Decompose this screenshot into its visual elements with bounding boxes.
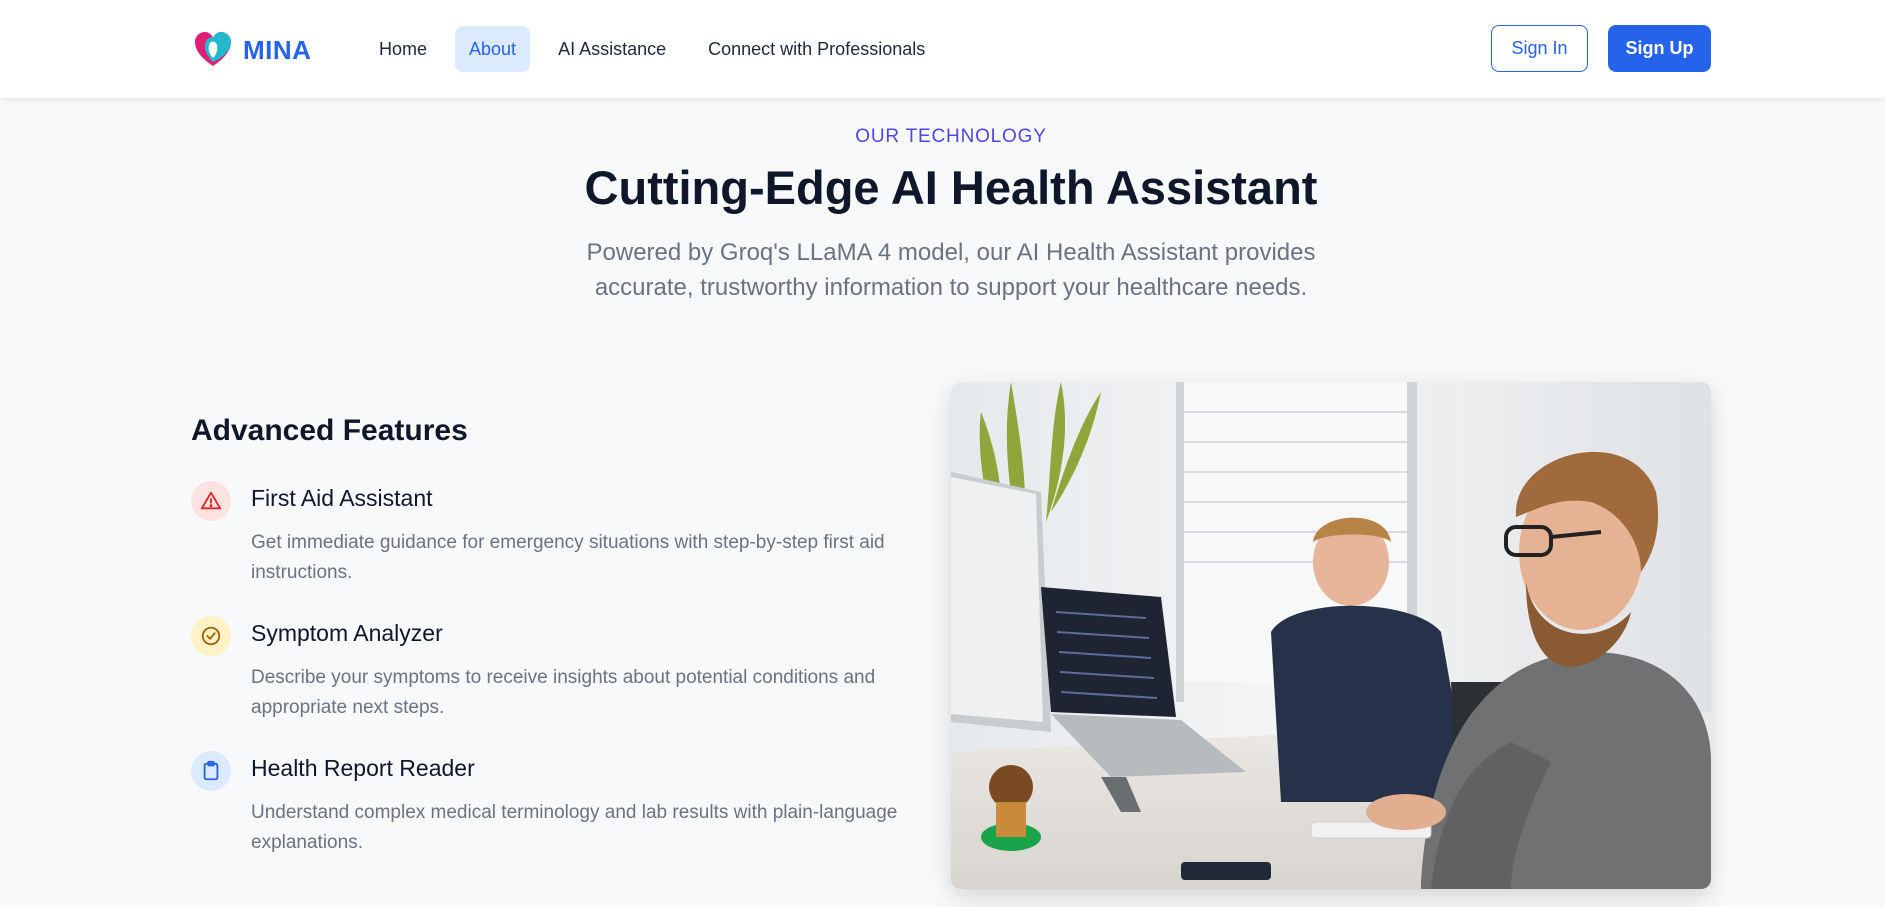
nav-connect-professionals[interactable]: Connect with Professionals — [694, 26, 939, 72]
nav-home[interactable]: Home — [365, 26, 441, 72]
feature-description: Understand complex medical terminology a… — [251, 802, 898, 853]
main-nav: Home About AI Assistance Connect with Pr… — [365, 26, 953, 72]
feature-title: Symptom Analyzer — [251, 620, 443, 646]
feature-description: Get immediate guidance for emergency sit… — [251, 532, 885, 583]
warning-triangle-icon — [191, 481, 231, 521]
page-title: Cutting-Edge AI Health Assistant — [584, 161, 1318, 214]
office-photo — [951, 382, 1711, 889]
check-circle-icon — [191, 616, 231, 656]
section-eyebrow: OUR TECHNOLOGY — [855, 126, 1047, 147]
feature-description: Describe your symptoms to receive insigh… — [251, 667, 876, 718]
feature-title: First Aid Assistant — [251, 485, 433, 511]
sign-up-button[interactable]: Sign Up — [1608, 25, 1711, 72]
features-heading: Advanced Features — [191, 414, 468, 447]
nav-about[interactable]: About — [455, 26, 531, 72]
brand-name: MINA — [243, 34, 312, 65]
brand-logo[interactable]: MINA — [191, 28, 311, 72]
page-subtitle: Powered by Groq's LLaMA 4 model, our AI … — [586, 239, 1316, 301]
sign-in-button[interactable]: Sign In — [1491, 25, 1588, 72]
nav-ai-assistance[interactable]: AI Assistance — [544, 26, 680, 72]
clipboard-icon — [191, 751, 231, 791]
top-navbar: MINA Home About AI Assistance Connect wi… — [0, 0, 1885, 98]
heart-icon — [195, 32, 231, 66]
feature-title: Health Report Reader — [251, 755, 475, 781]
